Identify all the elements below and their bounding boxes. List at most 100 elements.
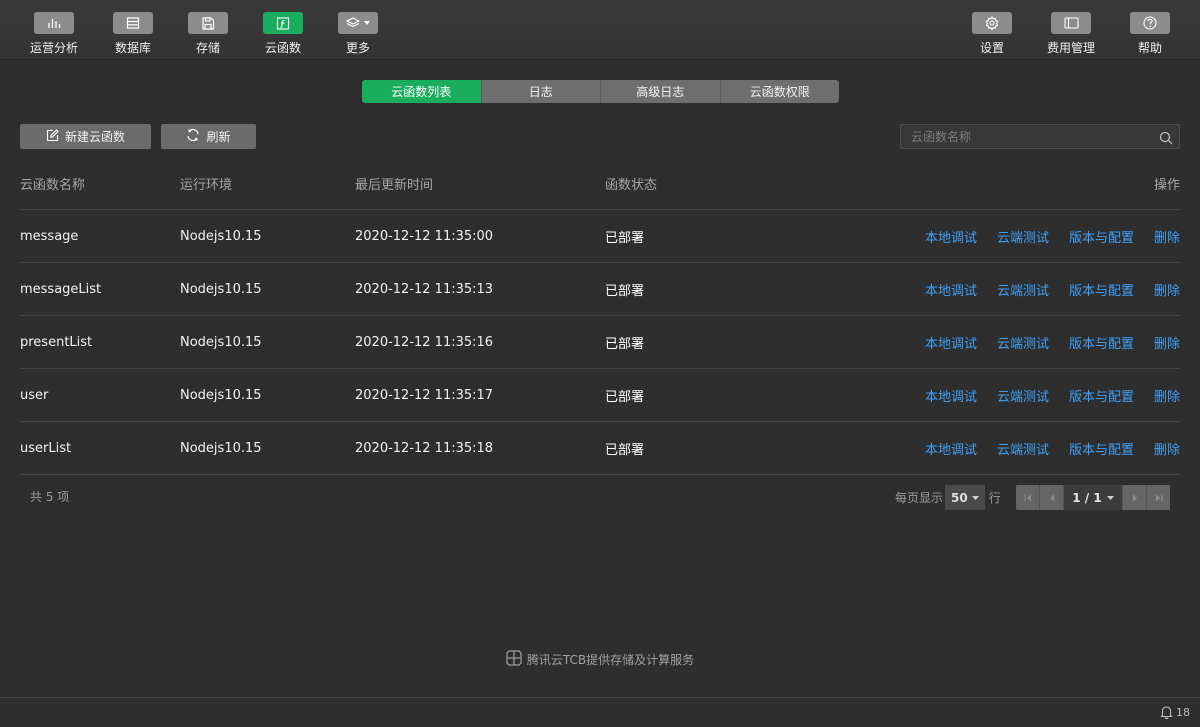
toolbar-label-billing: 费用管理 xyxy=(1046,41,1095,55)
page-indicator-select[interactable]: 1 / 1 xyxy=(1064,485,1122,510)
billing-icon xyxy=(1051,12,1091,34)
local-debug-link[interactable]: 本地调试 xyxy=(925,280,977,299)
last-page-icon xyxy=(1155,494,1162,501)
toolbar-item-billing[interactable]: 费用管理 xyxy=(1036,12,1106,56)
page-size-suffix: 行 xyxy=(988,491,1001,505)
toolbar-label-storage: 存储 xyxy=(195,41,220,55)
tab-advanced-logs[interactable]: 高级日志 xyxy=(601,80,721,103)
function-updated-time: 2020-12-12 11:35:00 xyxy=(355,228,494,244)
toolbar-label-cloud-function: 云函数 xyxy=(264,41,301,55)
tab-logs[interactable]: 日志 xyxy=(481,80,601,103)
header-runtime: 运行环境 xyxy=(180,177,233,193)
toolbar-item-cloud-function[interactable]: 云函数 xyxy=(248,12,318,56)
function-name: user xyxy=(20,387,49,403)
toolbar-label-analytics: 运营分析 xyxy=(29,41,78,55)
function-runtime: Nodejs10.15 xyxy=(180,228,262,244)
function-status: 已部署 xyxy=(605,283,645,299)
delete-link[interactable]: 删除 xyxy=(1154,386,1180,405)
toolbar-item-settings[interactable]: 设置 xyxy=(957,12,1027,56)
row-actions: 本地调试 云端测试 版本与配置 删除 xyxy=(925,422,1180,474)
header-name: 云函数名称 xyxy=(20,177,86,193)
function-runtime: Nodejs10.15 xyxy=(180,334,262,350)
storage-icon xyxy=(188,12,228,34)
version-config-link[interactable]: 版本与配置 xyxy=(1069,227,1134,246)
chevron-down-icon xyxy=(1106,495,1114,500)
top-toolbar: 运营分析 数据库 存储 云函数 更多 设置 费用管理 帮助 xyxy=(0,0,1200,60)
cloud-test-link[interactable]: 云端测试 xyxy=(997,280,1049,299)
function-updated-time: 2020-12-12 11:35:13 xyxy=(355,281,494,297)
search-box xyxy=(900,124,1180,149)
function-status: 已部署 xyxy=(605,336,645,352)
toolbar-item-help[interactable]: 帮助 xyxy=(1115,12,1185,56)
toolbar-item-database[interactable]: 数据库 xyxy=(98,12,168,56)
version-config-link[interactable]: 版本与配置 xyxy=(1069,386,1134,405)
page-size-value: 50 xyxy=(951,490,968,505)
table-row: user Nodejs10.15 2020-12-12 11:35:17 已部署… xyxy=(20,369,1180,422)
version-config-link[interactable]: 版本与配置 xyxy=(1069,280,1134,299)
tab-function-permissions[interactable]: 云函数权限 xyxy=(720,80,839,103)
first-page-button[interactable] xyxy=(1016,485,1040,510)
header-updated-time: 最后更新时间 xyxy=(355,177,434,193)
tencent-cloud-logo-icon xyxy=(506,650,522,669)
row-actions: 本地调试 云端测试 版本与配置 删除 xyxy=(925,369,1180,421)
help-icon xyxy=(1130,12,1170,34)
page-size-select[interactable]: 50 xyxy=(945,485,985,510)
pagination: 1 / 1 xyxy=(1016,485,1170,510)
local-debug-link[interactable]: 本地调试 xyxy=(925,227,977,246)
delete-link[interactable]: 删除 xyxy=(1154,439,1180,458)
search-input[interactable] xyxy=(901,125,1179,148)
version-config-link[interactable]: 版本与配置 xyxy=(1069,439,1134,458)
layers-icon xyxy=(338,12,378,34)
cloud-test-link[interactable]: 云端测试 xyxy=(997,439,1049,458)
search-icon[interactable] xyxy=(1159,130,1173,149)
notifications-button[interactable]: 18 xyxy=(1160,705,1190,719)
local-debug-link[interactable]: 本地调试 xyxy=(925,386,977,405)
table-row: userList Nodejs10.15 2020-12-12 11:35:18… xyxy=(20,422,1180,475)
table-header: 云函数名称 运行环境 最后更新时间 函数状态 操作 xyxy=(20,157,1180,210)
function-icon xyxy=(263,12,303,34)
function-runtime: Nodejs10.15 xyxy=(180,281,262,297)
cloud-test-link[interactable]: 云端测试 xyxy=(997,386,1049,405)
toolbar-label-settings: 设置 xyxy=(979,41,1004,55)
last-page-button[interactable] xyxy=(1146,485,1170,510)
status-bar: 18 xyxy=(0,697,1200,727)
toolbar-item-more[interactable]: 更多 xyxy=(323,12,393,56)
chevron-down-icon xyxy=(971,495,979,500)
refresh-label: 刷新 xyxy=(206,130,231,144)
function-status: 已部署 xyxy=(605,442,645,458)
function-name: presentList xyxy=(20,334,93,350)
local-debug-link[interactable]: 本地调试 xyxy=(925,439,977,458)
function-table: 云函数名称 运行环境 最后更新时间 函数状态 操作 message Nodejs… xyxy=(20,157,1180,475)
database-icon xyxy=(113,12,153,34)
local-debug-link[interactable]: 本地调试 xyxy=(925,333,977,352)
delete-link[interactable]: 删除 xyxy=(1154,280,1180,299)
table-row: message Nodejs10.15 2020-12-12 11:35:00 … xyxy=(20,210,1180,263)
table-row: messageList Nodejs10.15 2020-12-12 11:35… xyxy=(20,263,1180,316)
delete-link[interactable]: 删除 xyxy=(1154,227,1180,246)
brand-text: 腾讯云TCB提供存储及计算服务 xyxy=(526,653,695,667)
function-updated-time: 2020-12-12 11:35:18 xyxy=(355,440,494,456)
function-runtime: Nodejs10.15 xyxy=(180,440,262,456)
cloud-test-link[interactable]: 云端测试 xyxy=(997,333,1049,352)
page-size-prefix: 每页显示 xyxy=(895,491,944,505)
next-page-button[interactable] xyxy=(1122,485,1146,510)
new-function-button[interactable]: 新建云函数 xyxy=(20,124,151,149)
refresh-button[interactable]: 刷新 xyxy=(161,124,256,149)
toolbar-label-help: 帮助 xyxy=(1137,41,1162,55)
toolbar-item-analytics[interactable]: 运营分析 xyxy=(19,12,89,56)
function-runtime: Nodejs10.15 xyxy=(180,387,262,403)
brand-footer: 腾讯云TCB提供存储及计算服务 xyxy=(0,650,1200,669)
header-actions: 操作 xyxy=(1153,177,1180,193)
version-config-link[interactable]: 版本与配置 xyxy=(1069,333,1134,352)
chevron-down-icon xyxy=(364,21,370,25)
bell-icon xyxy=(1160,706,1173,719)
cloud-test-link[interactable]: 云端测试 xyxy=(997,227,1049,246)
prev-page-button[interactable] xyxy=(1040,485,1064,510)
first-page-icon xyxy=(1024,494,1031,501)
row-actions: 本地调试 云端测试 版本与配置 删除 xyxy=(925,263,1180,315)
gear-icon xyxy=(972,12,1012,34)
toolbar-item-storage[interactable]: 存储 xyxy=(173,12,243,56)
delete-link[interactable]: 删除 xyxy=(1154,333,1180,352)
tab-function-list[interactable]: 云函数列表 xyxy=(362,80,482,103)
function-status: 已部署 xyxy=(605,389,645,405)
